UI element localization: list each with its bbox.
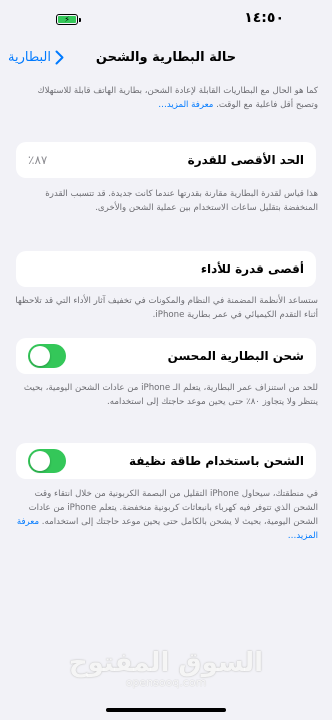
watermark: السوق المفتوح opensooq.com bbox=[0, 648, 332, 689]
watermark-latin: opensooq.com bbox=[125, 676, 207, 689]
peak-performance-row[interactable]: أقصى قدرة للأداء bbox=[16, 251, 316, 287]
optimized-charging-label: شحن البطارية المحسن bbox=[167, 349, 304, 363]
clean-energy-row: الشحن باستخدام طاقة نظيفة bbox=[16, 443, 316, 479]
optimized-charging-row: شحن البطارية المحسن bbox=[16, 338, 316, 374]
intro-description: كما هو الحال مع البطاريات القابلة لإعادة… bbox=[14, 84, 318, 112]
battery-charging-icon: ⚡ bbox=[56, 14, 81, 25]
page-title: حالة البطارية والشحن bbox=[95, 50, 237, 65]
max-capacity-description: هذا قياس لقدرة البطارية مقارنة بقدرتها ع… bbox=[45, 189, 318, 213]
learn-more-link[interactable]: معرفة المزيد… bbox=[158, 100, 213, 110]
clean-energy-description: في منطقتك، سيحاول iPhone التقليل من البص… bbox=[14, 487, 318, 543]
navigation-bar: البطارية حالة البطارية والشحن bbox=[0, 44, 332, 74]
max-capacity-value: ٨٧٪ bbox=[28, 153, 48, 167]
peak-performance-description: ستساعد الأنظمة المضمنة في النظام والمكون… bbox=[15, 296, 318, 320]
watermark-arabic: السوق المفتوح bbox=[68, 648, 264, 678]
peak-performance-label: أقصى قدرة للأداء bbox=[200, 262, 304, 276]
clean-energy-text: في منطقتك، سيحاول iPhone التقليل من البص… bbox=[28, 489, 318, 527]
status-time: ١٤:٥٠ bbox=[244, 10, 284, 26]
max-capacity-label: الحد الأقصى للقدرة bbox=[187, 153, 304, 167]
optimized-charging-description: للحد من استنزاف عمر البطارية، يتعلم الـ … bbox=[23, 383, 318, 407]
clean-energy-toggle[interactable] bbox=[28, 449, 66, 473]
optimized-charging-toggle[interactable] bbox=[28, 344, 66, 368]
clean-energy-label: الشحن باستخدام طاقة نظيفة bbox=[129, 454, 304, 468]
max-capacity-row: الحد الأقصى للقدرة ٨٧٪ bbox=[16, 142, 316, 178]
home-indicator[interactable] bbox=[106, 708, 226, 712]
status-bar: ⚡ ١٤:٥٠ bbox=[0, 0, 332, 40]
